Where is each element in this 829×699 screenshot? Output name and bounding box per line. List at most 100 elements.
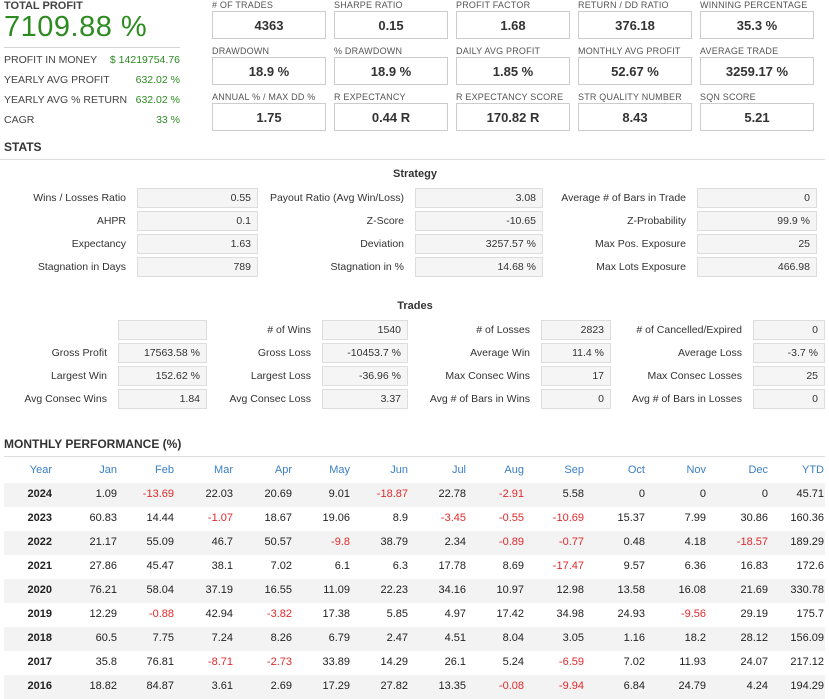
- summary-value: 632.02 %: [135, 94, 180, 106]
- month-cell: 4.24: [746, 680, 768, 692]
- stat-label: # of Wins: [267, 324, 311, 336]
- stat-label: Largest Loss: [250, 370, 311, 382]
- table-row: 2024 1.09 -13.69 22.03 20.69 9.01 -18.87 22.78 -…: [4, 483, 825, 507]
- stat-label: Gross Profit: [51, 347, 107, 359]
- stat-value: -10.65: [415, 211, 543, 231]
- month-cell: -3.45: [440, 512, 466, 524]
- column-header: Year: [29, 464, 52, 476]
- stat-label: Average Loss: [677, 347, 742, 359]
- month-cell: 42.94: [205, 608, 233, 620]
- month-cell: -6.59: [558, 656, 584, 668]
- profit-in-money-row: PROFIT IN MONEY $ 14219754.76: [4, 54, 180, 70]
- month-cell: 0.48: [623, 536, 645, 548]
- month-cell: -3.82: [266, 608, 292, 620]
- month-cell: 7.99: [684, 512, 706, 524]
- metric-card: ANNUAL % / MAX DD % 1.75: [212, 92, 328, 136]
- stat-label: AHPR: [96, 215, 126, 227]
- month-cell: 11.93: [679, 656, 706, 668]
- month-cell: 160.36: [790, 512, 824, 524]
- stat-value: 25: [753, 366, 825, 386]
- summary-value: 632.02 %: [135, 74, 180, 86]
- month-cell: 6.84: [623, 680, 645, 692]
- metric-card: R EXPECTANCY SCORE 170.82 R: [456, 92, 572, 136]
- month-cell: -0.89: [498, 536, 524, 548]
- month-cell: 33.89: [322, 656, 350, 668]
- stat-value: 0: [697, 188, 817, 208]
- metric-label: R EXPECTANCY: [334, 92, 406, 102]
- stat-label: Gross Loss: [257, 347, 311, 359]
- stat-value: 1.63: [137, 234, 258, 254]
- month-cell: 1.09: [95, 488, 117, 500]
- column-header: Jun: [390, 464, 408, 476]
- metric-label: # OF TRADES: [212, 0, 274, 10]
- stat-value: 3.37: [322, 389, 408, 409]
- stat-label: Average # of Bars in Trade: [561, 192, 686, 204]
- month-cell: -2.91: [498, 488, 524, 500]
- column-header: Mar: [214, 464, 233, 476]
- stats-divider: [0, 159, 825, 160]
- column-header: May: [329, 464, 350, 476]
- metric-value: 52.67 %: [578, 57, 692, 85]
- cagr-row: CAGR 33 %: [4, 114, 180, 130]
- month-cell: 8.26: [270, 632, 292, 644]
- stat-label: Avg # of Bars in Losses: [631, 393, 742, 405]
- month-cell: 28.12: [740, 632, 768, 644]
- stat-value: -3.7 %: [753, 343, 825, 363]
- metric-card: DAILY AVG PROFIT 1.85 %: [456, 46, 572, 90]
- stat-label: Wins / Losses Ratio: [33, 192, 126, 204]
- year-cell: 2016: [27, 680, 52, 692]
- month-cell: 21.17: [89, 536, 117, 548]
- column-header: Jul: [451, 464, 466, 476]
- stat-value: 152.62 %: [118, 366, 207, 386]
- stat-label: # of Cancelled/Expired: [636, 324, 742, 336]
- metric-value: 170.82 R: [456, 103, 570, 131]
- stat-value: 17563.58 %: [118, 343, 207, 363]
- metric-value: 4363: [212, 11, 326, 39]
- month-cell: 30.86: [740, 512, 768, 524]
- month-cell: 0: [761, 488, 768, 500]
- month-cell: 22.78: [438, 488, 466, 500]
- stat-value: 0.55: [137, 188, 258, 208]
- month-cell: 156.09: [790, 632, 824, 644]
- month-cell: 17.29: [322, 680, 350, 692]
- month-cell: 22.23: [380, 584, 408, 596]
- month-cell: 18.67: [264, 512, 292, 524]
- month-cell: 5.24: [502, 656, 524, 668]
- month-cell: 189.29: [790, 536, 824, 548]
- month-cell: -9.56: [680, 608, 706, 620]
- column-header: Nov: [686, 464, 706, 476]
- strategy-title: Strategy: [392, 168, 438, 180]
- metric-value: 8.43: [578, 103, 692, 131]
- stat-label: Largest Win: [50, 370, 107, 382]
- stat-label: Deviation: [360, 238, 404, 250]
- stat-value: 17: [541, 366, 611, 386]
- stat-label: Stagnation in %: [330, 261, 404, 273]
- stat-value: 14.68 %: [415, 257, 543, 277]
- stat-label: Avg # of Bars in Wins: [429, 393, 530, 405]
- table-row: 2018 60.5 7.75 7.24 8.26 6.79 2.47 4.51 8.04 3.05…: [4, 627, 825, 651]
- month-cell: 60.5: [95, 632, 117, 644]
- metric-value: 35.3 %: [700, 11, 814, 39]
- month-cell: 2.34: [444, 536, 466, 548]
- month-cell: 15.37: [617, 512, 645, 524]
- month-cell: 29.19: [740, 608, 768, 620]
- month-cell: 45.71: [796, 488, 824, 500]
- stat-label: Max Consec Wins: [445, 370, 530, 382]
- month-cell: 11.09: [323, 584, 350, 596]
- summary-value: $ 14219754.76: [109, 54, 180, 66]
- metric-label: WINNING PERCENTAGE: [700, 0, 808, 10]
- month-cell: 4.97: [444, 608, 466, 620]
- metric-label: % DRAWDOWN: [334, 46, 403, 56]
- month-cell: 8.04: [502, 632, 524, 644]
- stat-label: Average Win: [470, 347, 530, 359]
- month-cell: 5.85: [386, 608, 408, 620]
- month-cell: 3.61: [211, 680, 233, 692]
- month-cell: 0: [638, 488, 645, 500]
- year-cell: 2019: [27, 608, 52, 620]
- month-cell: 27.86: [89, 560, 117, 572]
- total-profit-value: 7109.88 %: [4, 11, 148, 43]
- month-cell: 5.58: [562, 488, 584, 500]
- month-cell: 76.21: [89, 584, 117, 596]
- stat-value: 0: [541, 389, 611, 409]
- summary-divider: [4, 47, 180, 48]
